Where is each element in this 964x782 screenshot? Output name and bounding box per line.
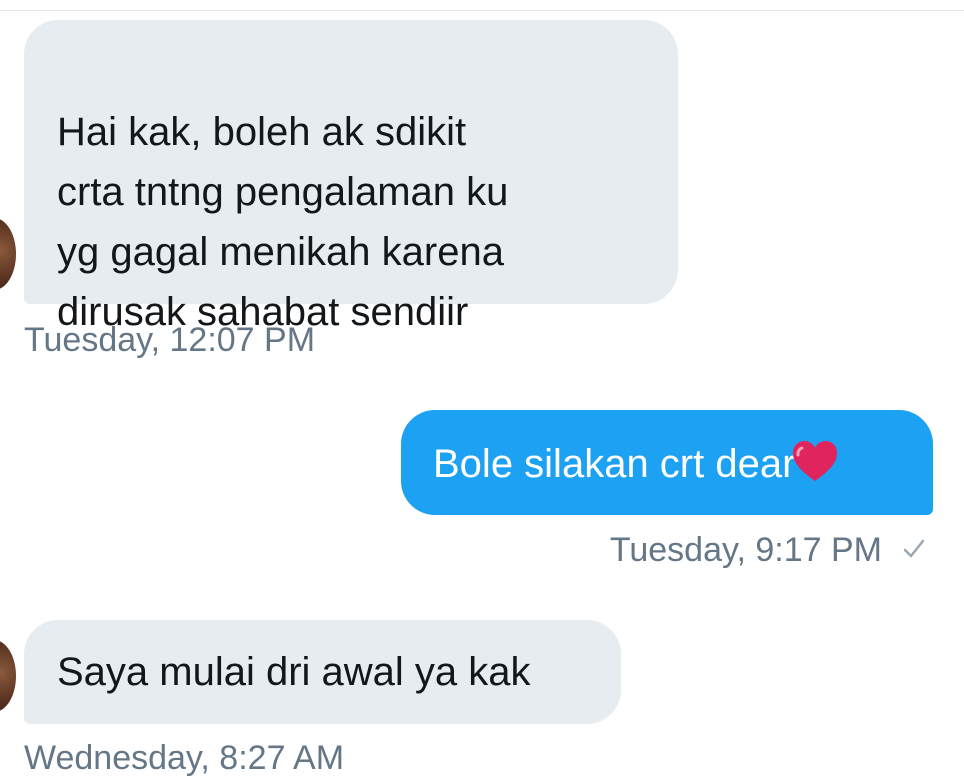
message-timestamp: Tuesday, 9:17 PM <box>609 531 882 569</box>
message-timestamp: Wednesday, 8:27 AM <box>24 739 345 777</box>
sender-avatar[interactable] <box>0 640 16 712</box>
heart-icon <box>791 439 839 483</box>
top-divider <box>0 10 964 11</box>
message-text: Hai kak, boleh ak sdikit crta tntng peng… <box>57 110 509 334</box>
check-icon <box>903 539 925 558</box>
message-text: Saya mulai dri awal ya kak <box>57 650 531 694</box>
message-timestamp: Tuesday, 12:07 PM <box>24 321 316 359</box>
message-bubble-received[interactable]: Hai kak, boleh ak sdikit crta tntng peng… <box>24 20 678 334</box>
sender-avatar[interactable] <box>0 218 16 290</box>
message-bubble-received[interactable]: Saya mulai dri awal ya kak <box>24 620 621 724</box>
message-bubble-sent[interactable]: Bole silakan crt dear <box>401 410 933 515</box>
message-text: Bole silakan crt dear <box>433 442 796 486</box>
